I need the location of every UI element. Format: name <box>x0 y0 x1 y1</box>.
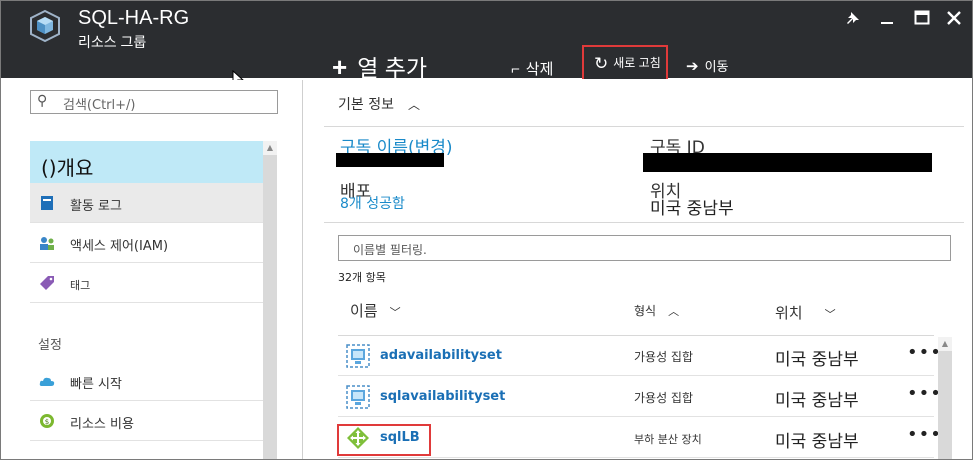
sidebar-item-label: ()개요 <box>41 156 94 180</box>
delete-icon: ⌐ <box>511 61 520 78</box>
essentials-toggle[interactable]: 기본 정보 ︿ <box>338 94 420 114</box>
more-options-icon[interactable]: ••• <box>907 342 942 363</box>
item-count: 32개 항목 <box>338 271 386 284</box>
search-input[interactable]: ⚲ 검색(Ctrl+/) <box>30 90 278 114</box>
sidebar-item-quickstart[interactable]: 빠른 시작 <box>30 361 263 401</box>
column-header-type[interactable]: 형식 ︿ <box>634 302 679 319</box>
search-placeholder: 검색(Ctrl+/) <box>63 98 136 113</box>
highlight-box <box>337 424 431 456</box>
search-icon: ⚲ <box>37 93 48 109</box>
refresh-button[interactable]: ↻ 새로 고침 <box>582 45 668 81</box>
resource-type: 부하 분산 장치 <box>634 433 702 446</box>
sidebar-item-tags[interactable]: 태그 <box>30 263 263 303</box>
column-header-label: 형식 <box>634 304 657 318</box>
resource-list-scrollbar[interactable]: ▲ <box>938 337 952 460</box>
sidebar-item-resource-costs[interactable]: $ 리소스 비용 <box>30 401 263 441</box>
activity-log-icon <box>41 196 53 210</box>
deployments-link[interactable]: 8개 성공함 <box>340 193 405 213</box>
scroll-up-icon[interactable]: ▲ <box>263 141 277 155</box>
resource-menu: ⚲ 검색(Ctrl+/) ()개요 활동 로그 액세스 제어(IAM) 태그 설… <box>0 80 303 460</box>
svg-text:$: $ <box>45 418 49 426</box>
refresh-icon: ↻ <box>594 54 609 73</box>
settings-section-label: 설정 <box>38 338 62 353</box>
column-header-label: 이름 <box>350 302 378 320</box>
sidebar-item-overview[interactable]: ()개요 <box>30 141 263 183</box>
sidebar-scrollbar[interactable]: ▲ <box>263 141 277 460</box>
chevron-up-icon: ︿ <box>407 98 420 112</box>
move-label: 이동 <box>704 59 729 74</box>
quickstart-cloud-icon <box>39 377 55 386</box>
chevron-down-icon: ﹀ <box>389 306 401 319</box>
more-options-icon[interactable]: ••• <box>907 424 942 445</box>
chevron-down-icon: ﹀ <box>824 308 836 321</box>
sidebar-item-label: 액세스 제어(IAM) <box>70 239 169 254</box>
add-columns-button[interactable]: + 열 추가 <box>332 49 427 83</box>
refresh-label: 새로 고침 <box>613 56 661 70</box>
minimize-icon[interactable] <box>876 7 898 29</box>
pin-icon[interactable] <box>842 7 864 29</box>
table-row[interactable]: sqlavailabilityset 가용성 집합 미국 중남부 ••• <box>338 377 941 417</box>
more-options-icon[interactable]: ••• <box>907 383 942 404</box>
delete-label: 삭제 <box>525 61 554 78</box>
page-subtitle: 리소스 그룹 <box>78 34 147 50</box>
close-icon[interactable] <box>943 7 965 29</box>
page-title: SQL-HA-RG <box>78 7 190 29</box>
filter-by-name-input[interactable]: 이름별 필터링. <box>338 235 951 261</box>
chevron-up-icon: ︿ <box>668 305 680 318</box>
redacted-subscription-name <box>336 153 444 167</box>
sidebar-item-activity-log[interactable]: 활동 로그 <box>30 183 263 223</box>
column-header-label: 위치 <box>775 304 803 322</box>
scroll-up-icon[interactable]: ▲ <box>938 337 952 351</box>
redacted-subscription-id <box>643 153 932 172</box>
table-row[interactable]: adavailabilityset 가용성 집합 미국 중남부 ••• <box>338 336 941 376</box>
column-header-location[interactable]: 위치 ﹀ <box>775 302 836 323</box>
iam-icon <box>40 237 54 250</box>
move-button[interactable]: ➔ 이동 <box>686 56 729 75</box>
divider <box>324 222 964 223</box>
location-value: 미국 중남부 <box>650 199 734 219</box>
essentials-toggle-label: 기본 정보 <box>338 97 394 113</box>
resource-location: 미국 중남부 <box>775 350 859 370</box>
availability-set-icon <box>346 385 370 409</box>
maximize-icon[interactable] <box>911 7 933 29</box>
tag-icon <box>40 276 54 290</box>
resource-type: 가용성 집합 <box>634 350 694 364</box>
cost-icon: $ <box>40 414 54 428</box>
resource-type: 가용성 집합 <box>634 391 694 405</box>
sidebar-item-iam[interactable]: 액세스 제어(IAM) <box>30 223 263 263</box>
sidebar-item-label: 활동 로그 <box>70 199 122 214</box>
sidebar-item-label: 빠른 시작 <box>70 377 122 392</box>
resource-name-link[interactable]: sqlavailabilityset <box>380 389 505 404</box>
resource-name-link[interactable]: adavailabilityset <box>380 348 502 363</box>
resource-location: 미국 중남부 <box>775 432 859 452</box>
resource-group-icon <box>30 9 60 43</box>
resource-location: 미국 중남부 <box>775 391 859 411</box>
overview-content: 기본 정보 ︿ 구독 이름(변경) 구독 ID 배포 8개 성공함 위치 미국 중… <box>304 80 973 460</box>
sidebar-item-label: 태그 <box>70 279 91 292</box>
column-header-name[interactable]: 이름 ﹀ <box>350 300 401 321</box>
add-columns-label: 열 추가 <box>357 55 428 81</box>
sidebar-item-label: 리소스 비용 <box>70 417 134 432</box>
filter-placeholder: 이름별 필터링. <box>353 243 427 257</box>
blade-header: SQL-HA-RG 리소스 그룹 + 열 추가 ⌐ 삭제 ↻ 새로 고침 ➔ 이동 <box>0 0 973 82</box>
delete-button[interactable]: ⌐ 삭제 <box>511 58 553 79</box>
divider <box>324 126 964 127</box>
arrow-right-icon: ➔ <box>686 58 699 75</box>
availability-set-icon <box>346 344 370 368</box>
plus-icon: + <box>332 52 348 82</box>
